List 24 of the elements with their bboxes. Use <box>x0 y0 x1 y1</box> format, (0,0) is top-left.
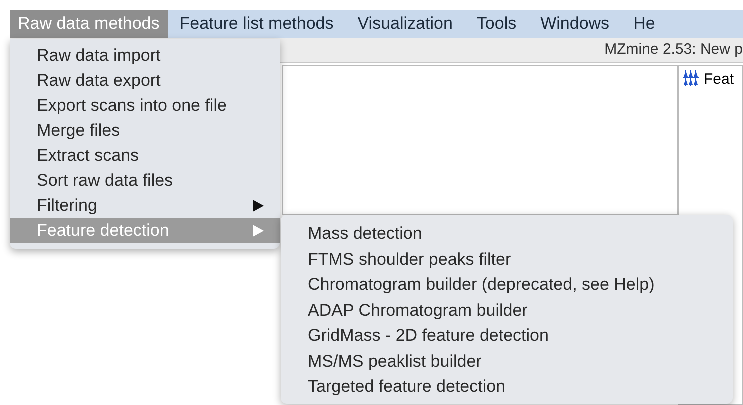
menu-item[interactable]: Raw data export <box>10 68 280 93</box>
menu-item[interactable]: Sort raw data files <box>10 168 280 193</box>
menu-item[interactable]: FTMS shoulder peaks filter <box>281 246 733 272</box>
menu-item[interactable]: Merge files <box>10 118 280 143</box>
menu-bar-item[interactable]: Feature list methods <box>168 10 346 38</box>
menu-item[interactable]: Targeted feature detection <box>281 374 733 400</box>
peaks-icon <box>682 69 700 87</box>
menu-bar-item[interactable]: Tools <box>464 10 529 38</box>
menu-bar-item[interactable]: He <box>622 10 668 38</box>
menu-item[interactable]: Chromatogram builder (deprecated, see Help) <box>281 272 733 298</box>
menu-bar-item[interactable]: Windows <box>528 10 622 38</box>
menu-item[interactable]: GridMass - 2D feature detection <box>281 323 733 348</box>
menu-item[interactable]: Export scans into one file <box>10 93 280 118</box>
tree-item[interactable]: Feat <box>704 69 734 92</box>
menu-item[interactable]: MS/MS peaklist builder <box>281 348 733 374</box>
menu-item[interactable]: Filtering <box>10 193 280 218</box>
submenu-arrow-icon <box>253 200 264 212</box>
menu-item[interactable]: Extract scans <box>10 143 280 168</box>
menu-item[interactable]: ADAP Chromatogram builder <box>281 298 733 323</box>
menu-bar-item[interactable]: Visualization <box>346 10 465 38</box>
menu-item[interactable]: Mass detection <box>281 221 733 246</box>
submenu-arrow-icon <box>253 224 264 236</box>
menu-item[interactable]: Raw data import <box>10 43 280 68</box>
window-title: MZmine 2.53: New p <box>604 40 743 60</box>
